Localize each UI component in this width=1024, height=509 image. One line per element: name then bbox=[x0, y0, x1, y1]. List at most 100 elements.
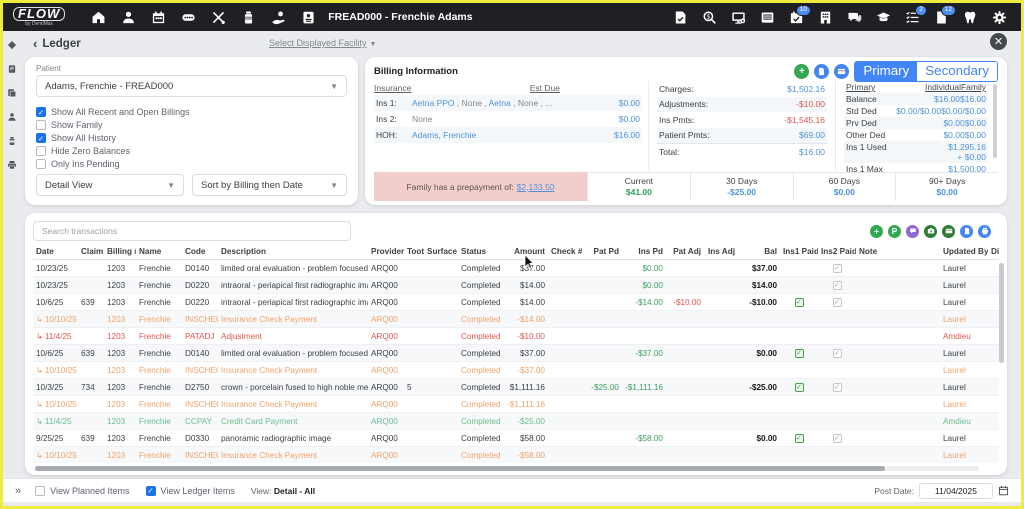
transaction-row[interactable]: ↳11/4/251203FrenchiePATADJAdjustmentARQ0… bbox=[33, 328, 999, 345]
treatment-plan-button[interactable] bbox=[906, 225, 919, 238]
task-list-icon[interactable]: 2 bbox=[905, 10, 920, 25]
education-icon[interactable] bbox=[876, 10, 891, 25]
add-billing-button[interactable]: + bbox=[794, 64, 809, 79]
vertical-scrollbar[interactable] bbox=[999, 263, 1004, 363]
home-icon[interactable] bbox=[91, 10, 106, 25]
calendar-icon[interactable] bbox=[998, 485, 1009, 496]
transaction-row[interactable]: 9/25/256391203FrenchieD0330panoramic rad… bbox=[33, 430, 999, 447]
search-input[interactable] bbox=[33, 221, 351, 241]
view-mode-select[interactable]: Detail View ▼ bbox=[36, 174, 184, 196]
appointments-icon[interactable]: 10 bbox=[789, 10, 804, 25]
documents-icon[interactable]: 12 bbox=[934, 10, 949, 25]
column-header-di[interactable]: Di bbox=[988, 247, 999, 256]
messages-icon[interactable] bbox=[847, 10, 862, 25]
column-header-updated-by[interactable]: Updated By bbox=[940, 247, 988, 256]
close-button[interactable]: ✕ bbox=[990, 33, 1007, 50]
column-header-status[interactable]: Status bbox=[458, 247, 500, 256]
fee-search-icon[interactable]: $ bbox=[702, 10, 717, 25]
column-header-claim[interactable]: Claim # bbox=[78, 247, 104, 256]
view-ledger-checkbox[interactable]: ✓ View Ledger Items bbox=[146, 486, 235, 496]
instruments-icon[interactable] bbox=[211, 10, 226, 25]
insurance-link[interactable]: Adams, Frenchie bbox=[412, 130, 476, 140]
column-header-ins-adj[interactable]: Ins Adj bbox=[704, 247, 738, 256]
payment-button[interactable]: P bbox=[888, 225, 901, 238]
transaction-row[interactable]: ↳10/10/251203FrenchieINSCHECIInsurance C… bbox=[33, 396, 999, 413]
dentures-icon[interactable] bbox=[181, 10, 196, 25]
column-header-amount[interactable]: Amount bbox=[500, 247, 548, 256]
claims-icon[interactable] bbox=[673, 10, 688, 25]
horizontal-scrollbar[interactable] bbox=[35, 466, 885, 471]
column-header-surface[interactable]: Surface bbox=[424, 247, 458, 256]
post-date-input[interactable] bbox=[919, 483, 993, 499]
card-payment-button[interactable] bbox=[942, 225, 955, 238]
view-planned-checkbox[interactable]: View Planned Items bbox=[35, 486, 129, 496]
payment-button[interactable] bbox=[834, 64, 849, 79]
reports-icon[interactable] bbox=[760, 10, 775, 25]
filter-only-ins-pending[interactable]: Only Ins Pending bbox=[36, 159, 347, 169]
camera-button[interactable] bbox=[924, 225, 937, 238]
column-header-tooth[interactable]: Tooth bbox=[404, 247, 424, 256]
schedule-icon[interactable] bbox=[151, 10, 166, 25]
imaging-icon[interactable] bbox=[731, 10, 746, 25]
column-header-name[interactable]: Name bbox=[136, 247, 182, 256]
column-header-billing[interactable]: Billing # bbox=[104, 247, 136, 256]
ins2-paid-checkbox[interactable]: ✓ bbox=[833, 383, 842, 392]
office-icon[interactable] bbox=[818, 10, 833, 25]
patient-icon[interactable] bbox=[7, 112, 17, 122]
app-logo[interactable]: FLOW by DentiMax bbox=[13, 7, 65, 27]
secondary-toggle-button[interactable]: Secondary bbox=[917, 62, 997, 81]
transaction-row[interactable]: ↳10/10/251203FrenchieINSCHECIInsurance C… bbox=[33, 447, 999, 463]
transaction-row[interactable]: ↳10/10/251203FrenchieINSCHECIInsurance C… bbox=[33, 311, 999, 328]
column-header-pat-adj[interactable]: Pat Adj bbox=[666, 247, 704, 256]
ins2-paid-checkbox[interactable]: ✓ bbox=[833, 434, 842, 443]
statement-button[interactable] bbox=[960, 225, 973, 238]
add-transaction-button[interactable]: + bbox=[870, 225, 883, 238]
column-header-ins-pd[interactable]: Ins Pd bbox=[622, 247, 666, 256]
navigation-icon[interactable] bbox=[7, 40, 17, 50]
ins2-paid-checkbox[interactable]: ✓ bbox=[833, 264, 842, 273]
transaction-row[interactable]: 10/23/251203FrenchieD0140limited oral ev… bbox=[33, 260, 999, 277]
facility-selector[interactable]: Select Displayed Facility▼ bbox=[269, 38, 376, 48]
ins2-paid-checkbox[interactable]: ✓ bbox=[833, 281, 842, 290]
column-header-note[interactable]: Note bbox=[856, 247, 940, 256]
ledger-back-button[interactable]: ‹ Ledger bbox=[33, 38, 81, 50]
printer-icon[interactable] bbox=[7, 160, 17, 170]
transaction-row[interactable]: ↳10/10/251203FrenchieINSCHECIInsurance C… bbox=[33, 362, 999, 379]
column-header-ins2-paid[interactable]: Ins2 Paid bbox=[818, 247, 856, 256]
column-header-bal[interactable]: Bal bbox=[738, 247, 780, 256]
insurance-link[interactable]: Aetna bbox=[489, 98, 511, 108]
ins1-paid-checkbox[interactable]: ✓ bbox=[795, 434, 804, 443]
column-header-check[interactable]: Check # bbox=[548, 247, 582, 256]
ins1-paid-checkbox[interactable]: ✓ bbox=[795, 298, 804, 307]
prescriptions-icon[interactable] bbox=[241, 10, 256, 25]
notes-icon[interactable] bbox=[7, 64, 17, 74]
insurance-link[interactable]: Aetna PPO bbox=[412, 98, 455, 108]
transaction-row[interactable]: 10/23/251203FrenchieD0220intraoral - per… bbox=[33, 277, 999, 294]
print-button[interactable] bbox=[978, 225, 991, 238]
duplicate-icon[interactable] bbox=[7, 88, 17, 98]
statement-button[interactable] bbox=[814, 64, 829, 79]
transaction-row[interactable]: 10/3/257341203FrenchieD2750crown - porce… bbox=[33, 379, 999, 396]
transaction-row[interactable]: 10/6/256391203FrenchieD0140limited oral … bbox=[33, 345, 999, 362]
sort-select[interactable]: Sort by Billing then Date ▼ bbox=[192, 174, 347, 196]
settings-icon[interactable] bbox=[992, 10, 1007, 25]
patient-card-icon[interactable] bbox=[301, 10, 316, 25]
column-header-provider[interactable]: Provider bbox=[368, 247, 404, 256]
transaction-row[interactable]: ↳11/4/251203FrenchieCCPAYCredit Card Pay… bbox=[33, 413, 999, 430]
patient-select[interactable]: Adams, Frenchie - FREAD000 ▼ bbox=[36, 75, 347, 97]
ins2-paid-checkbox[interactable]: ✓ bbox=[833, 349, 842, 358]
collections-icon[interactable] bbox=[271, 10, 286, 25]
column-header-description[interactable]: Description bbox=[218, 247, 368, 256]
filter-show-all-recent-and-open-billings[interactable]: ✓ Show All Recent and Open Billings bbox=[36, 107, 347, 117]
prepayment-link[interactable]: $2,133.50 bbox=[517, 182, 555, 192]
filter-show-family[interactable]: Show Family bbox=[36, 120, 347, 130]
filter-show-all-history[interactable]: ✓ Show All History bbox=[36, 133, 347, 143]
prescription-icon[interactable] bbox=[7, 136, 17, 146]
column-header-date[interactable]: Date bbox=[33, 247, 78, 256]
column-header-ins1-paid[interactable]: Ins1 Paid bbox=[780, 247, 818, 256]
expand-sidebar-icon[interactable]: » bbox=[15, 485, 21, 497]
ins2-paid-checkbox[interactable]: ✓ bbox=[833, 298, 842, 307]
benefits-scrollbar[interactable] bbox=[993, 84, 997, 158]
ins1-paid-checkbox[interactable]: ✓ bbox=[795, 383, 804, 392]
patients-icon[interactable] bbox=[121, 10, 136, 25]
